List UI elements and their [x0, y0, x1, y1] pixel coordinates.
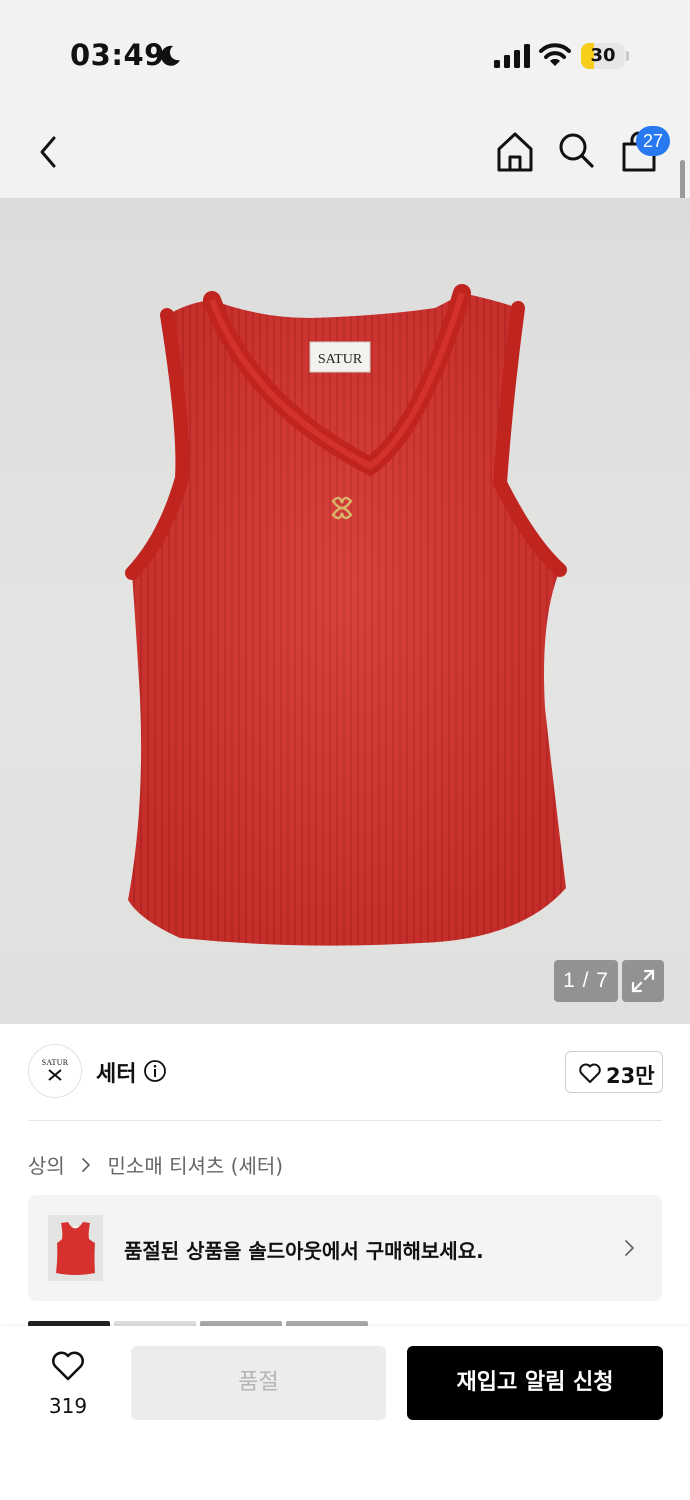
brand-logo-text: SATUR [41, 1058, 69, 1067]
soldout-banner[interactable]: 품절된 상품을 솔드아웃에서 구매해보세요. [28, 1195, 662, 1301]
heart-icon [52, 1351, 84, 1381]
divider [28, 1120, 662, 1121]
status-time: 03:49 [70, 38, 165, 72]
breadcrumb-item-subcategory[interactable]: 민소매 티셔츠 (세터) [108, 1154, 284, 1178]
battery-icon: 30 [581, 43, 629, 69]
breadcrumb: 상의 민소매 티셔츠 (세터) [28, 1150, 283, 1179]
back-icon[interactable] [34, 134, 64, 170]
soldout-button[interactable]: 품절 [131, 1346, 386, 1420]
brand-row: SATUR 세터 23만 [0, 1024, 690, 1120]
signal-icon [494, 44, 530, 68]
image-page-indicator: 1 / 7 [554, 960, 618, 1002]
product-image: SATUR [125, 284, 567, 946]
chevron-right-icon [625, 1240, 634, 1256]
brand-like-count: 23만 [606, 1064, 655, 1088]
wishlist-count: 319 [48, 1394, 88, 1418]
expand-icon [631, 969, 655, 993]
wifi-icon [539, 43, 571, 66]
wishlist-button[interactable]: 319 [28, 1346, 108, 1426]
brand-logo[interactable]: SATUR [28, 1044, 82, 1098]
top-nav: 27 [0, 110, 690, 198]
heart-outline-icon [579, 1063, 601, 1083]
battery-level: 30 [590, 45, 616, 66]
info-icon[interactable] [143, 1059, 167, 1083]
moon-icon [160, 45, 180, 66]
soldout-banner-text: 품절된 상품을 솔드아웃에서 구매해보세요. [124, 1239, 484, 1263]
status-bar: 03:49 30 [0, 0, 690, 110]
product-label-text: SATUR [318, 352, 363, 367]
brand-like-button[interactable]: 23만 [565, 1051, 663, 1093]
expand-image-button[interactable] [622, 960, 664, 1002]
brand-logo-mark [48, 1069, 62, 1081]
bottom-action-bar: 319 품절 재입고 알림 신청 [0, 1326, 690, 1500]
product-image-gallery[interactable]: SATUR 1 / 7 [0, 198, 690, 1024]
option-thumbnails [0, 1318, 690, 1326]
chevron-right-icon [82, 1157, 91, 1172]
banner-product-thumbnail [48, 1215, 103, 1281]
home-icon[interactable] [494, 130, 536, 174]
search-icon[interactable] [556, 130, 596, 170]
brand-name[interactable]: 세터 [96, 1056, 136, 1088]
cart-count-badge: 27 [636, 126, 670, 156]
restock-alert-button[interactable]: 재입고 알림 신청 [407, 1346, 663, 1420]
breadcrumb-item-category[interactable]: 상의 [28, 1154, 65, 1178]
